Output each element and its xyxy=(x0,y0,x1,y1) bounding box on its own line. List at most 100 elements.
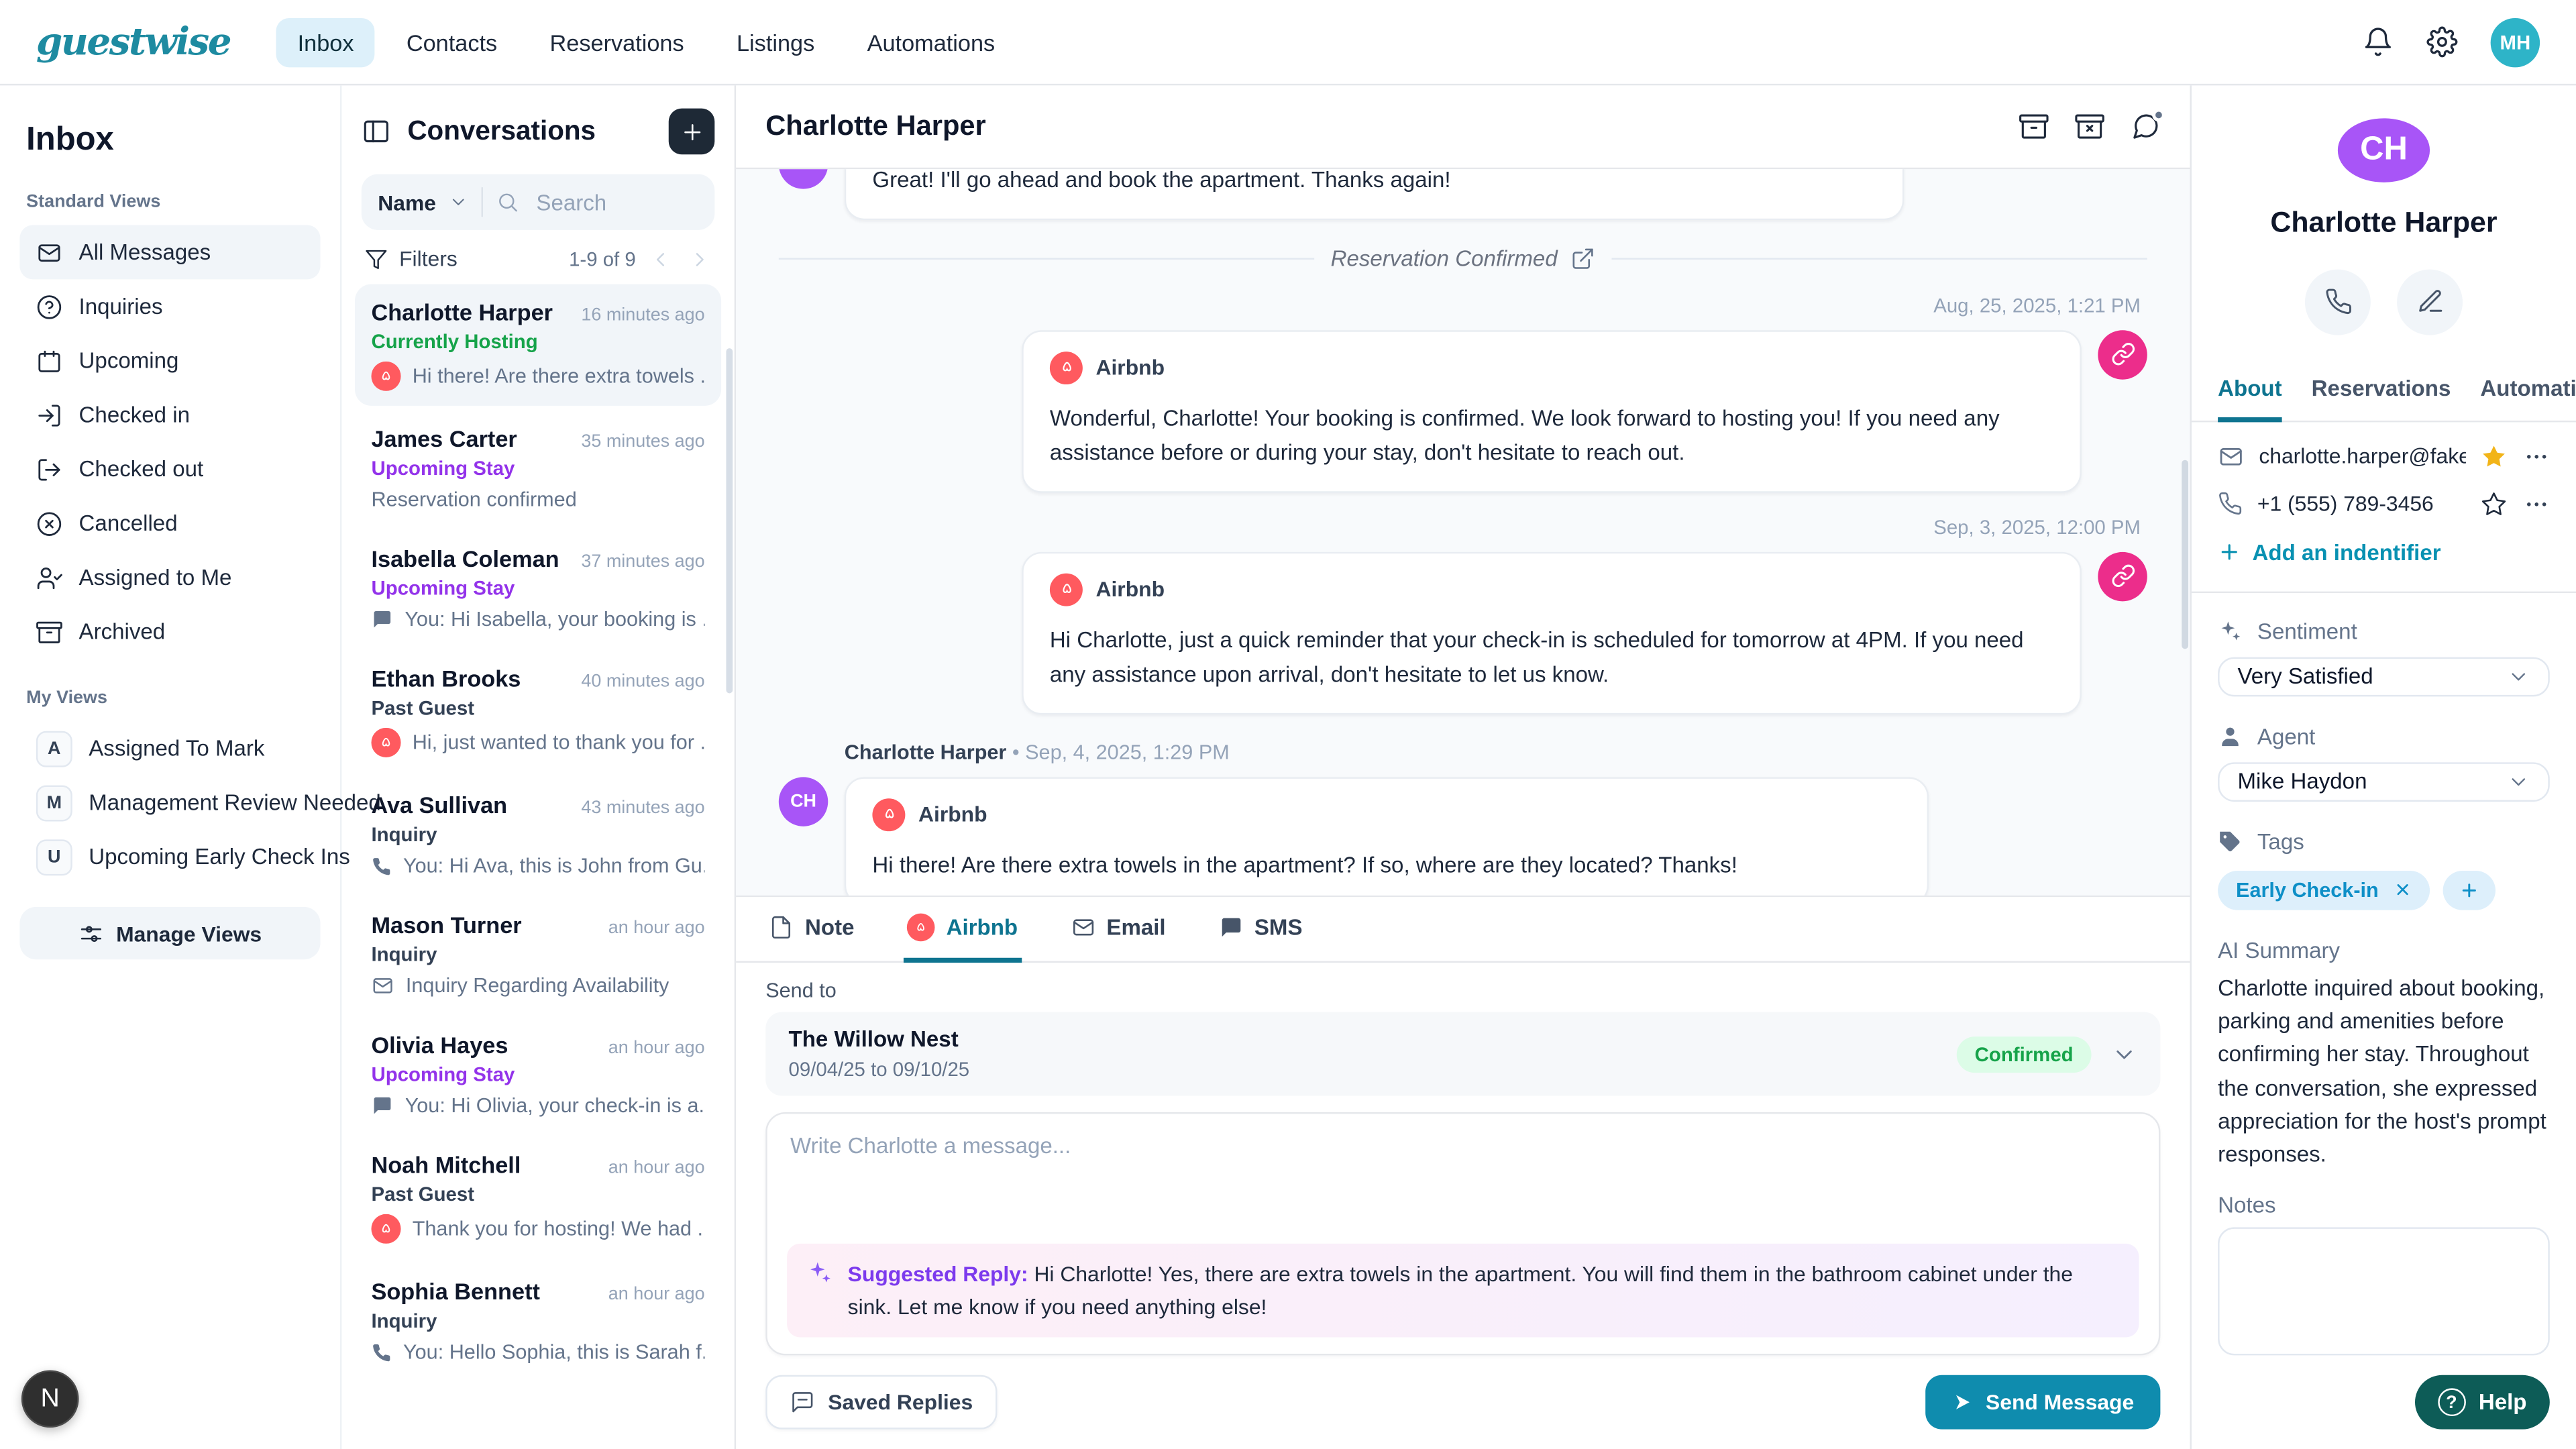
sidebar-item-upcoming-early-check-ins[interactable]: U Upcoming Early Check Ins xyxy=(19,830,320,884)
message-input[interactable] xyxy=(787,1130,2139,1244)
airbnb-icon xyxy=(371,362,400,391)
conversation-item[interactable]: Isabella Coleman37 minutes ago Upcoming … xyxy=(355,531,721,645)
x-circle-icon xyxy=(36,510,62,536)
ellipsis-menu-icon[interactable] xyxy=(2524,490,2550,517)
sidebar-item-checked-out[interactable]: Checked out xyxy=(19,442,320,496)
archive-icon[interactable] xyxy=(2019,112,2049,142)
tab-about[interactable]: About xyxy=(2218,361,2282,422)
tab-sms[interactable]: SMS xyxy=(1215,897,1305,963)
sliders-icon xyxy=(78,921,103,946)
sidebar-item-label: Upcoming xyxy=(79,348,179,373)
message-row-outgoing: Airbnb Hi Charlotte, just a quick remind… xyxy=(779,552,2147,714)
sms-chat-icon xyxy=(1218,915,1243,940)
filters-button[interactable]: Filters xyxy=(399,246,458,271)
new-conversation-button[interactable] xyxy=(669,109,715,155)
composer-tabs: Note Airbnb Email SMS xyxy=(736,897,2190,963)
reservation-selector[interactable]: The Willow Nest 09/04/25 to 09/10/25 Con… xyxy=(765,1012,2160,1096)
contact-name: Noah Mitchell xyxy=(371,1152,521,1178)
message-preview: You: Hello Sophia, this is Sarah f... xyxy=(403,1340,705,1363)
phone-icon xyxy=(371,855,391,877)
reservation-divider: Reservation Confirmed xyxy=(779,246,2147,271)
conversation-item[interactable]: Charlotte Harper16 minutes ago Currently… xyxy=(355,284,721,406)
help-button[interactable]: Help xyxy=(2414,1375,2549,1430)
agent-select[interactable]: Mike Haydon xyxy=(2218,762,2550,802)
link-icon xyxy=(2110,342,2135,367)
scrollbar[interactable] xyxy=(726,348,733,693)
conversation-item[interactable]: Mason Turneran hour ago Inquiry Inquiry … xyxy=(355,897,721,1012)
standard-views-label: Standard Views xyxy=(26,193,314,212)
tab-email[interactable]: Email xyxy=(1067,897,1169,963)
external-link-icon[interactable] xyxy=(1570,246,1595,271)
sentiment-value: Very Satisfied xyxy=(2238,664,2373,689)
tab-reservations[interactable]: Reservations xyxy=(2312,361,2451,422)
mark-unread-chat-icon[interactable] xyxy=(2131,112,2160,142)
chevron-down-icon[interactable] xyxy=(2111,1040,2137,1067)
remove-tag-icon[interactable] xyxy=(2394,881,2412,899)
suggested-reply[interactable]: Suggested Reply: Hi Charlotte! Yes, ther… xyxy=(787,1244,2139,1338)
call-button[interactable] xyxy=(2305,269,2371,335)
thread-scroll-area[interactable]: Great! I'll go ahead and book the apartm… xyxy=(736,169,2190,895)
sidebar-item-checked-in[interactable]: Checked in xyxy=(19,388,320,442)
search-input[interactable] xyxy=(533,188,698,216)
message-text: Wonderful, Charlotte! Your booking is co… xyxy=(1050,406,2000,465)
notes-input[interactable] xyxy=(2218,1228,2550,1355)
add-identifier-button[interactable]: Add an indentifier xyxy=(2218,540,2550,565)
sidebar-item-cancelled[interactable]: Cancelled xyxy=(19,496,320,551)
contact-name: Ava Sullivan xyxy=(371,792,507,818)
sentiment-label-row: Sentiment xyxy=(2218,619,2550,643)
timestamp: an hour ago xyxy=(608,1159,705,1178)
ellipsis-menu-icon[interactable] xyxy=(2524,443,2550,469)
tab-label: SMS xyxy=(1254,915,1303,940)
dev-overlay-badge[interactable]: N xyxy=(21,1370,79,1428)
nav-item-contacts[interactable]: Contacts xyxy=(385,17,519,66)
status-badge: Inquiry xyxy=(371,1309,704,1332)
sidebar-item-management-review[interactable]: M Management Review Needed xyxy=(19,775,320,830)
conversation-item[interactable]: Olivia Hayesan hour ago Upcoming Stay Yo… xyxy=(355,1017,721,1132)
nav-item-listings[interactable]: Listings xyxy=(715,17,836,66)
sidebar-item-all-messages[interactable]: All Messages xyxy=(19,225,320,280)
star-filled-icon[interactable] xyxy=(2481,443,2507,469)
manage-views-button[interactable]: Manage Views xyxy=(19,907,320,959)
sidebar-item-assigned-to-mark[interactable]: A Assigned To Mark xyxy=(19,721,320,775)
tab-automations[interactable]: Automations xyxy=(2480,361,2576,422)
add-tag-button[interactable] xyxy=(2443,870,2495,910)
nav-item-reservations[interactable]: Reservations xyxy=(529,17,706,66)
sidebar-item-inquiries[interactable]: Inquiries xyxy=(19,279,320,333)
user-avatar[interactable]: MH xyxy=(2491,17,2540,66)
archive-x-icon[interactable] xyxy=(2075,112,2104,142)
conversation-item[interactable]: James Carter35 minutes ago Upcoming Stay… xyxy=(355,411,721,525)
tab-airbnb[interactable]: Airbnb xyxy=(904,897,1021,963)
edit-button[interactable] xyxy=(2397,269,2463,335)
nav-item-inbox[interactable]: Inbox xyxy=(276,17,376,66)
chevron-right-icon[interactable] xyxy=(688,248,711,270)
send-message-button[interactable]: Send Message xyxy=(1925,1375,2160,1430)
sentiment-select[interactable]: Very Satisfied xyxy=(2218,657,2550,696)
plus-icon xyxy=(2459,880,2479,900)
settings-gear-icon[interactable] xyxy=(2426,26,2458,58)
tag-label: Early Check-in xyxy=(2236,879,2379,902)
tab-note[interactable]: Note xyxy=(765,897,857,963)
sort-field-dropdown[interactable]: Name xyxy=(378,190,436,215)
scrollbar[interactable] xyxy=(2182,460,2188,648)
compose-box: Suggested Reply: Hi Charlotte! Yes, ther… xyxy=(765,1112,2160,1355)
saved-replies-button[interactable]: Saved Replies xyxy=(765,1375,998,1430)
tags-label: Tags xyxy=(2257,829,2304,854)
conversation-item[interactable]: Sophia Bennettan hour ago Inquiry You: H… xyxy=(355,1263,721,1378)
chevron-left-icon[interactable] xyxy=(649,248,672,270)
collapse-panel-icon[interactable] xyxy=(362,117,391,146)
sidebar-item-label: Upcoming Early Check Ins xyxy=(89,845,350,869)
chevron-down-icon xyxy=(2507,665,2530,688)
sidebar-item-upcoming[interactable]: Upcoming xyxy=(19,333,320,388)
notifications-bell-icon[interactable] xyxy=(2363,26,2394,58)
chevron-down-icon xyxy=(2507,770,2530,793)
conversation-item[interactable]: Noah Mitchellan hour ago Past Guest Than… xyxy=(355,1137,721,1258)
star-outline-icon[interactable] xyxy=(2481,490,2507,517)
tab-label: Email xyxy=(1106,915,1165,940)
sidebar-item-archived[interactable]: Archived xyxy=(19,604,320,659)
sidebar-item-assigned-to-me[interactable]: Assigned to Me xyxy=(19,550,320,604)
conversation-item[interactable]: Ava Sullivan43 minutes ago Inquiry You: … xyxy=(355,777,721,892)
nav-item-automations[interactable]: Automations xyxy=(846,17,1016,66)
search-icon xyxy=(497,191,520,213)
conversation-item[interactable]: Ethan Brooks40 minutes ago Past Guest Hi… xyxy=(355,651,721,772)
message-preview: Hi there! Are there extra towels ... xyxy=(413,365,705,388)
